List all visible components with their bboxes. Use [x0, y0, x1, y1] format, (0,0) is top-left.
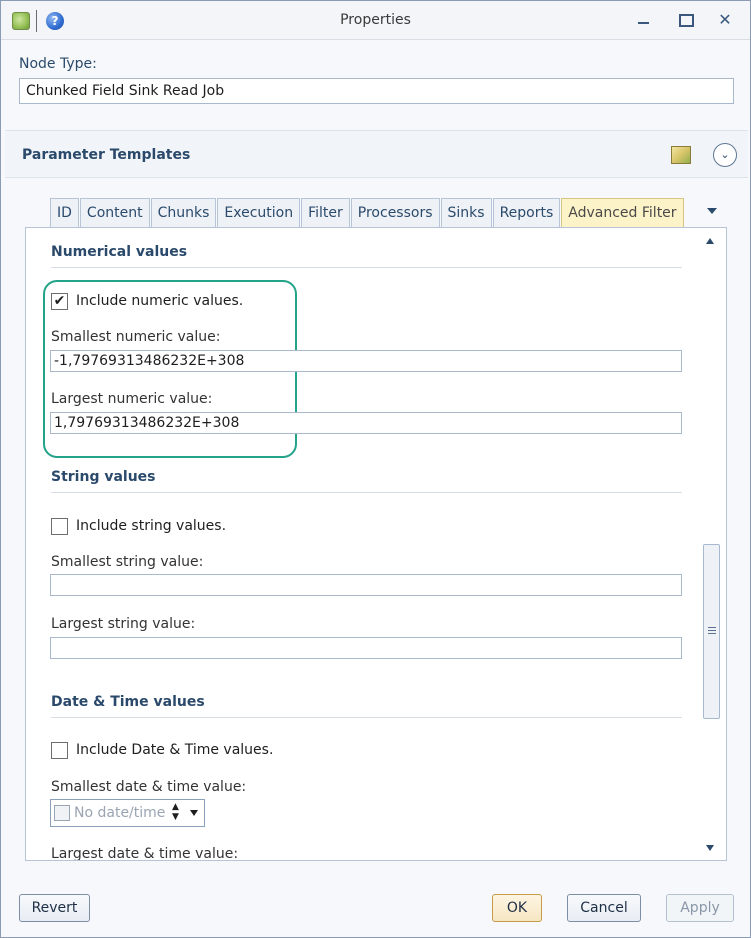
- tab-filter[interactable]: Filter: [301, 198, 350, 228]
- largest-numeric-label: Largest numeric value:: [51, 391, 213, 407]
- ok-button[interactable]: OK: [492, 894, 542, 922]
- title-bar: ? Properties ✕: [1, 1, 750, 40]
- parameter-templates-title: Parameter Templates: [22, 147, 191, 163]
- scroll-up-icon[interactable]: [706, 238, 714, 244]
- tab-execution[interactable]: Execution: [217, 198, 301, 228]
- section-divider: [51, 492, 682, 493]
- section-divider: [51, 717, 682, 718]
- include-numeric-checkbox[interactable]: ✔: [51, 292, 68, 310]
- include-string-label: Include string values.: [76, 518, 227, 534]
- minimize-icon[interactable]: [634, 11, 654, 29]
- node-type-field[interactable]: Chunked Field Sink Read Job: [19, 78, 734, 104]
- chevron-down-icon[interactable]: ⌄: [713, 143, 737, 167]
- grip-icon: [708, 627, 716, 634]
- smallest-datetime-label: Smallest date & time value:: [51, 779, 247, 795]
- tab-id[interactable]: ID: [50, 198, 79, 228]
- apply-button[interactable]: Apply: [666, 894, 734, 922]
- include-numeric-label: Include numeric values.: [76, 293, 244, 309]
- include-datetime-label: Include Date & Time values.: [76, 742, 274, 758]
- spinner-icon[interactable]: ▲ ▼: [172, 802, 179, 822]
- tab-chunks[interactable]: Chunks: [150, 198, 217, 228]
- largest-numeric-field[interactable]: 1,79769313486232E+308: [50, 412, 682, 434]
- tab-overflow-icon[interactable]: [707, 208, 717, 214]
- node-type-label: Node Type:: [19, 56, 97, 72]
- close-icon[interactable]: ✕: [715, 11, 735, 29]
- tab-reports[interactable]: Reports: [492, 198, 561, 228]
- largest-string-label: Largest string value:: [51, 616, 196, 632]
- scrollbar-thumb[interactable]: [703, 544, 720, 719]
- scroll-down-icon[interactable]: [706, 845, 714, 851]
- smallest-datetime-picker[interactable]: No date/time ▲ ▼: [50, 799, 205, 827]
- tab-content[interactable]: Content: [79, 198, 150, 228]
- include-numeric-row[interactable]: ✔ Include numeric values.: [51, 292, 243, 310]
- smallest-numeric-field[interactable]: -1,79769313486232E+308: [50, 350, 682, 372]
- largest-datetime-label: Largest date & time value:: [51, 846, 239, 861]
- smallest-string-label: Smallest string value:: [51, 554, 204, 570]
- parameter-templates-header: Parameter Templates ⌄: [5, 130, 748, 178]
- package-icon[interactable]: [671, 146, 691, 164]
- include-datetime-checkbox[interactable]: [51, 741, 68, 759]
- numerical-values-title: Numerical values: [51, 244, 188, 260]
- cancel-button[interactable]: Cancel: [567, 894, 641, 922]
- include-string-row[interactable]: Include string values.: [51, 517, 226, 535]
- tab-processors[interactable]: Processors: [350, 198, 440, 228]
- revert-button[interactable]: Revert: [19, 894, 90, 922]
- tab-strip: ID Content Chunks Execution Filter Proce…: [50, 198, 685, 228]
- include-datetime-row[interactable]: Include Date & Time values.: [51, 741, 273, 759]
- properties-window: ? Properties ✕ Node Type: Chunked Field …: [0, 0, 751, 938]
- smallest-string-field[interactable]: [50, 574, 682, 596]
- advanced-filter-panel: Numerical values ✔ Include numeric value…: [25, 227, 727, 861]
- datetime-enable-checkbox[interactable]: [54, 805, 70, 821]
- tab-sinks[interactable]: Sinks: [440, 198, 492, 228]
- maximize-icon[interactable]: [675, 11, 695, 29]
- string-values-title: String values: [51, 469, 156, 485]
- dropdown-arrow-icon[interactable]: [190, 810, 198, 816]
- datetime-values-title: Date & Time values: [51, 694, 205, 710]
- datetime-value: No date/time: [74, 805, 166, 821]
- smallest-numeric-label: Smallest numeric value:: [51, 329, 221, 345]
- include-string-checkbox[interactable]: [51, 517, 68, 535]
- tab-advanced-filter[interactable]: Advanced Filter: [561, 198, 684, 228]
- largest-string-field[interactable]: [50, 637, 682, 659]
- section-divider: [51, 267, 682, 268]
